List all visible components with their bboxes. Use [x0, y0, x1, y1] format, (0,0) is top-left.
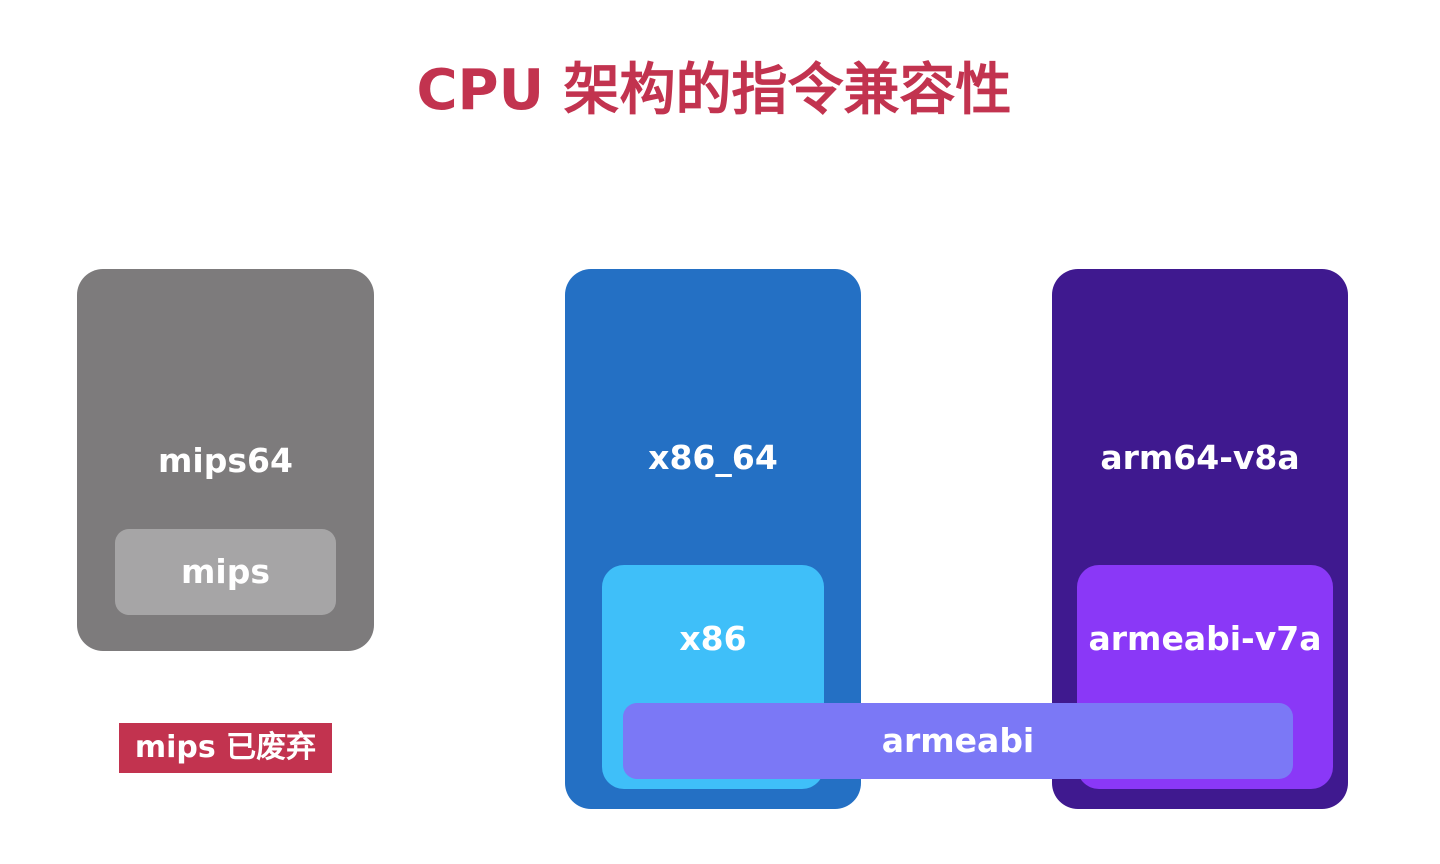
mips-deprecated-badge: mips 已废弃	[119, 723, 332, 773]
mips-box: mips	[115, 529, 336, 615]
armeabi-v7a-label: armeabi-v7a	[1088, 619, 1322, 658]
diagram-title: CPU 架构的指令兼容性	[416, 58, 1012, 123]
arm64-v8a-label: arm64-v8a	[1100, 438, 1300, 477]
armeabi-label: armeabi	[881, 721, 1035, 760]
armeabi-bar: armeabi	[623, 703, 1293, 779]
x86-label: x86	[679, 619, 747, 658]
mips64-box: mips64 mips	[77, 269, 374, 651]
mips-label: mips	[181, 552, 270, 591]
mips64-label: mips64	[158, 441, 293, 480]
x86-64-label: x86_64	[648, 438, 778, 477]
